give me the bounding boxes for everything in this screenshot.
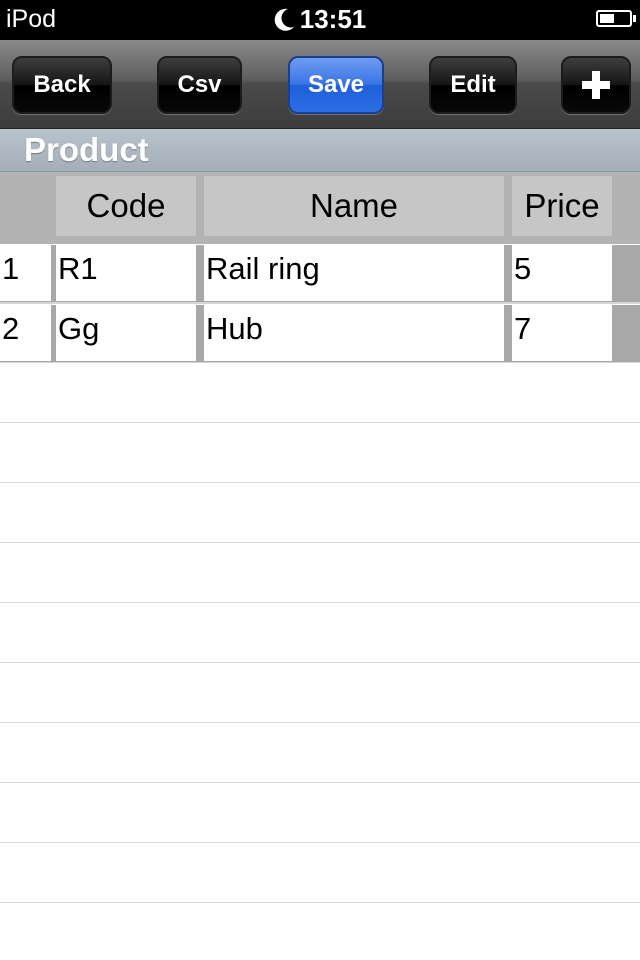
clock: 13:51 [0,3,640,35]
section-header: Product [0,129,640,172]
time-label: 13:51 [299,4,367,34]
csv-button-label: Csv [177,71,222,98]
add-button[interactable] [561,56,631,114]
edit-button-label: Edit [450,71,496,98]
table-row[interactable]: 1 R1 Rail ring 5 [0,245,640,303]
edit-button[interactable]: Edit [429,56,517,114]
row-divider [0,302,640,304]
column-header-price[interactable]: Price [512,176,612,236]
csv-button[interactable]: Csv [157,56,242,114]
code-cell[interactable]: Gg [56,305,196,361]
table-row[interactable]: 2 Gg Hub 7 [0,305,640,363]
empty-table-area [0,363,640,960]
back-button-label: Back [33,71,91,98]
save-button-label: Save [307,71,365,98]
column-header-code[interactable]: Code [56,176,196,236]
column-header-name[interactable]: Name [204,176,504,236]
code-cell[interactable]: R1 [56,245,196,301]
moon-icon [274,8,294,31]
price-cell[interactable]: 5 [512,245,612,301]
save-button[interactable]: Save [288,56,384,114]
row-index: 1 [0,245,51,301]
row-index: 2 [0,305,51,361]
price-cell[interactable]: 7 [512,305,612,361]
battery-icon [596,10,636,27]
plus-icon [582,71,610,99]
section-title: Product [24,131,149,168]
name-cell[interactable]: Rail ring [204,245,504,301]
back-button[interactable]: Back [12,56,112,114]
name-cell[interactable]: Hub [204,305,504,361]
toolbar: Back Csv Save Edit [0,40,640,129]
table-header: Code Name Price [0,172,640,244]
status-bar: iPod 13:51 [0,0,640,40]
